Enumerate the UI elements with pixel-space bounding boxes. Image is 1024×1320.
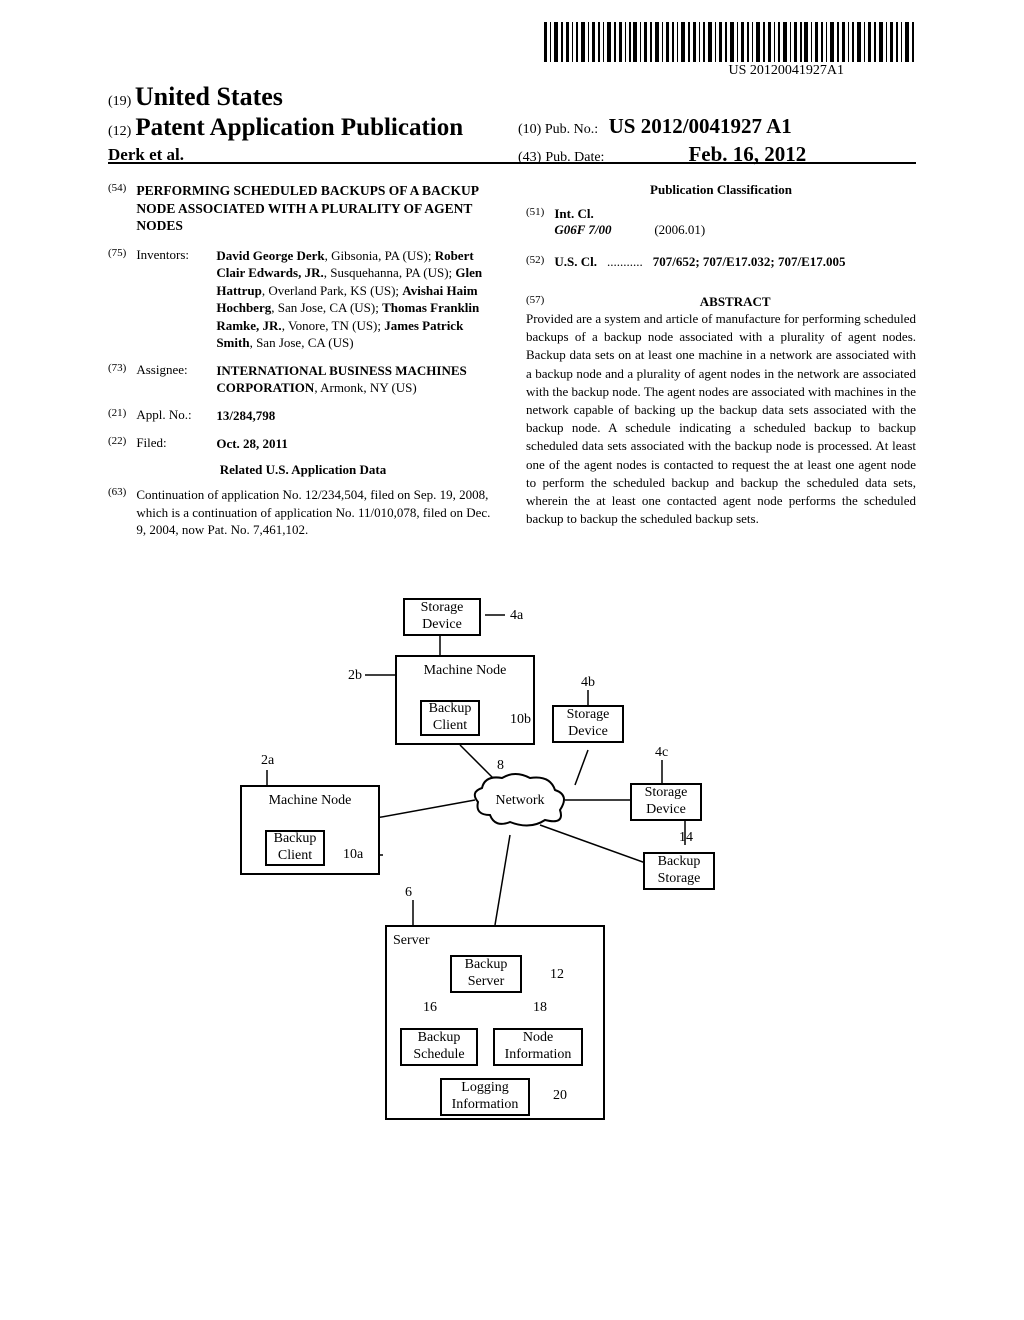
uscl-label: U.S. Cl. (554, 254, 597, 270)
label-2b: 2b (348, 668, 362, 684)
divider (108, 162, 916, 164)
body: (54) PERFORMING SCHEDULED BACKUPS OF A B… (108, 182, 916, 549)
label-18: 18 (533, 1000, 547, 1016)
intcl-code: G06F 7/00 (554, 222, 654, 238)
label-4a: 4a (510, 608, 523, 624)
field-51: (51) (526, 206, 544, 238)
barcode (544, 22, 914, 62)
pub-code: (12) (108, 124, 131, 139)
country-code: (19) (108, 94, 131, 109)
left-column: (54) PERFORMING SCHEDULED BACKUPS OF A B… (108, 182, 498, 549)
field-57: (57) (526, 294, 544, 310)
backup-storage: Backup Storage (643, 852, 715, 890)
uscl-val: 707/652; 707/E17.032; 707/E17.005 (653, 254, 846, 270)
label-20: 20 (553, 1088, 567, 1104)
svg-text:Network: Network (496, 793, 545, 808)
field-75: (75) (108, 247, 126, 352)
storage-device-4a: Storage Device (403, 598, 481, 636)
filed-date: Oct. 28, 2011 (216, 435, 288, 453)
label-16: 16 (423, 1000, 437, 1016)
label-14: 14 (679, 830, 693, 846)
backup-server: Backup Server (450, 955, 522, 993)
label-4c: 4c (655, 745, 668, 761)
intcl-year: (2006.01) (654, 222, 705, 238)
pub-no-val: US 2012/0041927 A1 (609, 114, 792, 138)
barcode-number: US 20120041927A1 (728, 63, 844, 79)
label-10b: 10b (510, 712, 531, 728)
node-information: Node Information (493, 1028, 583, 1066)
field-52: (52) (526, 254, 544, 270)
related-data: Continuation of application No. 12/234,5… (136, 486, 498, 539)
right-column: Publication Classification (51) Int. Cl.… (526, 182, 916, 549)
backup-client-10a: Backup Client (265, 830, 325, 866)
backup-client-10b: Backup Client (420, 700, 480, 736)
header: (19) United States (12) Patent Applicati… (108, 82, 916, 165)
backup-schedule: Backup Schedule (400, 1028, 478, 1066)
field-73: (73) (108, 362, 126, 397)
storage-device-4b: Storage Device (552, 705, 624, 743)
assignee: INTERNATIONAL BUSINESS MACHINES CORPORAT… (216, 362, 498, 397)
pub-title: Patent Application Publication (135, 114, 463, 141)
pub-no-code: (10) (518, 122, 541, 137)
uscl-dots: ........... (607, 254, 643, 270)
storage-device-4c: Storage Device (630, 783, 702, 821)
assignee-label: Assignee: (136, 362, 206, 397)
abstract-text: Provided are a system and article of man… (526, 310, 916, 528)
field-54: (54) (108, 182, 126, 235)
appl-label: Appl. No.: (136, 407, 206, 425)
field-63: (63) (108, 486, 126, 539)
field-21: (21) (108, 407, 126, 425)
label-2a: 2a (261, 753, 274, 769)
field-22: (22) (108, 435, 126, 453)
network-cloud: Network (470, 770, 570, 830)
diagram: Storage Device 4a Machine Node 2b Backup… (235, 590, 785, 1120)
country: United States (135, 82, 283, 111)
classification-header: Publication Classification (526, 182, 916, 198)
invention-title: PERFORMING SCHEDULED BACKUPS OF A BACKUP… (136, 182, 498, 235)
pub-no-label: Pub. No.: (545, 122, 598, 137)
filed-label: Filed: (136, 435, 206, 453)
label-12: 12 (550, 967, 564, 983)
abstract-header: ABSTRACT (554, 294, 916, 310)
appl-no: 13/284,798 (216, 407, 275, 425)
logging-information: Logging Information (440, 1078, 530, 1116)
label-10a: 10a (343, 847, 363, 863)
related-header: Related U.S. Application Data (108, 462, 498, 478)
inventors: David George Derk, Gibsonia, PA (US); Ro… (216, 247, 498, 352)
label-6: 6 (405, 885, 412, 901)
inventors-label: Inventors: (136, 247, 206, 352)
label-4b: 4b (581, 675, 595, 691)
intcl-label: Int. Cl. (554, 206, 705, 222)
